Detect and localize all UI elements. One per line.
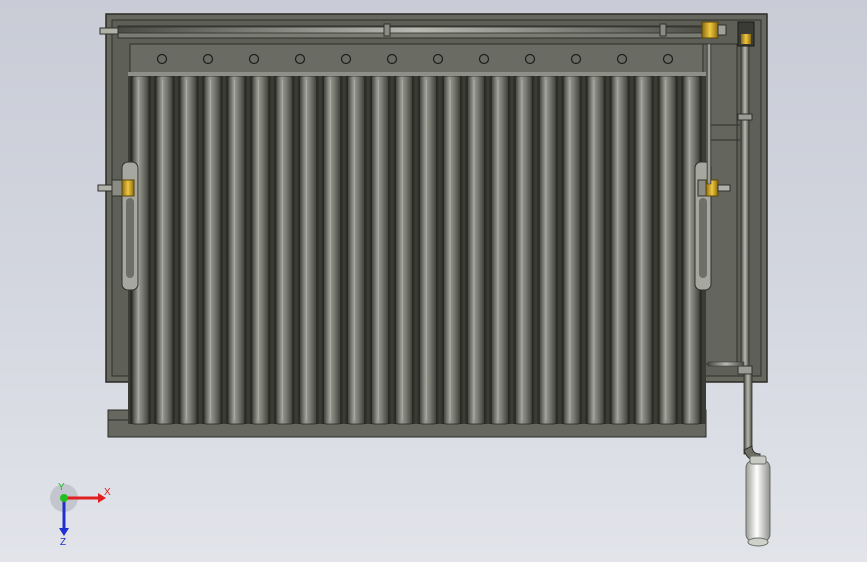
model-view[interactable] bbox=[0, 0, 867, 562]
gas-cylinder-cap bbox=[749, 455, 767, 465]
grate-bar[interactable] bbox=[443, 75, 461, 425]
right-bracket-slot bbox=[699, 198, 707, 278]
frame-bolt bbox=[386, 53, 398, 65]
grate-bar[interactable] bbox=[203, 75, 222, 425]
grate-bar[interactable] bbox=[275, 75, 294, 425]
grate-bar[interactable] bbox=[658, 75, 677, 425]
frame-bolt bbox=[156, 53, 168, 65]
side-pipe-clamp bbox=[737, 365, 753, 375]
side-pipe-clamp bbox=[737, 113, 753, 121]
grate-bar[interactable] bbox=[610, 75, 629, 425]
orientation-triad: X Y Z bbox=[50, 482, 111, 546]
frame-bolt bbox=[202, 53, 214, 65]
grate-bar[interactable] bbox=[251, 75, 270, 425]
grate-top-edge bbox=[128, 72, 706, 76]
grate-bar[interactable] bbox=[155, 75, 174, 425]
top-gas-pipe[interactable] bbox=[117, 26, 715, 34]
frame-bolt bbox=[478, 53, 490, 65]
bolt-plate bbox=[129, 43, 719, 77]
frame-bolt bbox=[616, 53, 628, 65]
grate-bar[interactable] bbox=[466, 75, 485, 425]
x-axis-label: X bbox=[104, 487, 111, 498]
grate-bar[interactable] bbox=[562, 75, 581, 425]
frame-bolt bbox=[570, 53, 582, 65]
frame-bolt bbox=[340, 53, 352, 65]
frame-bolt bbox=[432, 53, 444, 65]
top-valve-nut bbox=[717, 24, 727, 36]
y-axis-label: Y bbox=[58, 482, 65, 493]
grate-bar[interactable] bbox=[323, 75, 342, 425]
grate-bar[interactable] bbox=[347, 75, 366, 425]
frame-bolt bbox=[524, 53, 536, 65]
thin-bottom-pipe bbox=[707, 361, 745, 367]
grate-bar[interactable] bbox=[299, 75, 318, 425]
left-pipe-fitting bbox=[99, 27, 119, 35]
frame-bolt bbox=[294, 53, 306, 65]
grate-bar[interactable] bbox=[371, 75, 389, 425]
z-axis-arrowhead bbox=[59, 528, 69, 536]
z-axis-label: Z bbox=[60, 537, 66, 546]
grate-bar[interactable] bbox=[395, 75, 413, 425]
gas-cylinder-base bbox=[747, 537, 769, 547]
frame-bolt bbox=[662, 53, 674, 65]
grate-bar[interactable] bbox=[634, 75, 653, 425]
y-axis-dot bbox=[60, 494, 68, 502]
pipe-coupling bbox=[659, 23, 667, 37]
pipe-coupling bbox=[383, 23, 391, 37]
cad-viewport[interactable]: X Y Z bbox=[0, 0, 867, 562]
grate-bar[interactable] bbox=[179, 75, 198, 425]
side-gas-pipe[interactable] bbox=[740, 31, 750, 373]
gas-cylinder[interactable] bbox=[745, 459, 771, 543]
top-valve[interactable] bbox=[701, 21, 719, 39]
frame-bolt bbox=[248, 53, 260, 65]
left-bracket-slot bbox=[126, 198, 134, 278]
grate-bar[interactable] bbox=[490, 75, 509, 425]
grate-bar[interactable] bbox=[538, 75, 557, 425]
left-bracket-bolt[interactable] bbox=[97, 179, 135, 197]
thin-connector-pipe bbox=[706, 43, 712, 185]
top-right-fitting-brass bbox=[741, 34, 751, 44]
grate-bar[interactable] bbox=[419, 75, 437, 425]
grate-bar[interactable] bbox=[586, 75, 605, 425]
grate-bar[interactable] bbox=[227, 75, 246, 425]
gas-hose[interactable] bbox=[743, 373, 753, 455]
grate-bar[interactable] bbox=[514, 75, 533, 425]
